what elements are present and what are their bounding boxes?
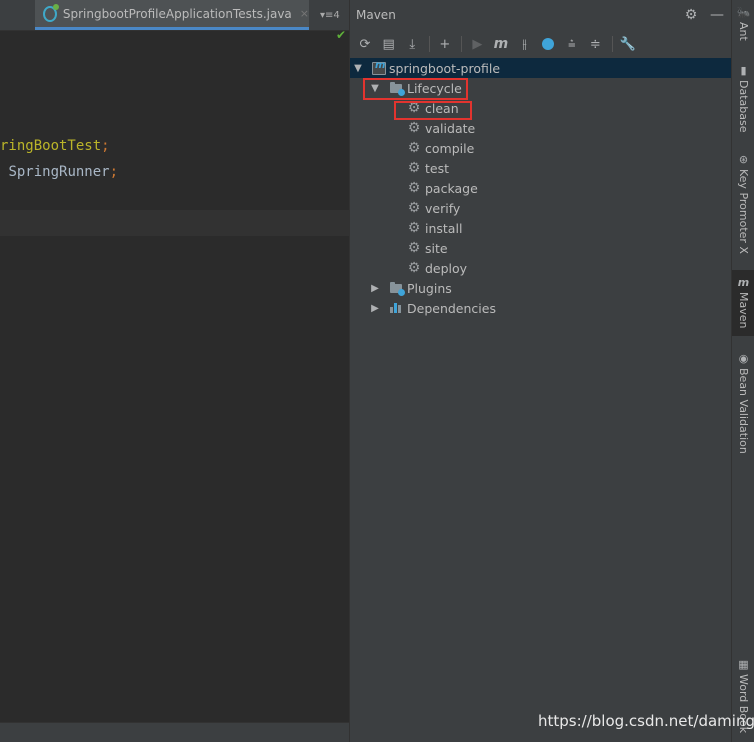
goal-gear-icon: ⚙	[407, 240, 421, 256]
minimize-icon[interactable]: —	[707, 5, 727, 25]
gear-icon[interactable]: ⚙	[681, 5, 701, 25]
goal-gear-icon: ⚙	[407, 180, 421, 196]
plugins-folder-icon	[389, 281, 405, 296]
tool-tab-key-promoter[interactable]: ⊛ Key Promoter X	[732, 153, 754, 254]
goal-gear-icon: ⚙	[407, 200, 421, 216]
code-line[interactable]: ringBootTest;	[0, 136, 110, 156]
tree-node-label: Dependencies	[407, 300, 496, 316]
tree-node-goal[interactable]: ⚙ site	[350, 238, 731, 258]
reload-icon[interactable]: ⟳	[354, 33, 376, 55]
tool-tab-database[interactable]: ▮ Database	[732, 64, 754, 133]
tool-tab-label: Ant	[737, 22, 750, 41]
add-icon[interactable]: +	[434, 33, 456, 55]
editor-tab-label: SpringbootProfileApplicationTests.java	[62, 6, 292, 21]
tree-node-goal[interactable]: ⚙ install	[350, 218, 731, 238]
editor-tab-bar: va SpringbootProfileApplicationTests.jav…	[0, 0, 349, 31]
editor-tab-previous[interactable]: va	[0, 0, 34, 30]
maven-icon: m	[737, 276, 750, 289]
tree-node-plugins[interactable]: ▶ Plugins	[350, 278, 731, 298]
tree-node-label: site	[425, 240, 448, 256]
tree-node-goal[interactable]: ⚙ deploy	[350, 258, 731, 278]
ant-icon: 🐜	[736, 6, 751, 19]
close-tab-icon[interactable]: ×	[300, 7, 309, 20]
code-editor[interactable]: va SpringbootProfileApplicationTests.jav…	[0, 0, 349, 742]
goal-gear-icon: ⚙	[407, 220, 421, 236]
expand-arrow-icon[interactable]: ▼	[352, 63, 364, 74]
editor-tab-active[interactable]: SpringbootProfileApplicationTests.java ×	[35, 0, 309, 30]
tree-node-label: Plugins	[407, 280, 452, 296]
collapse-all-icon[interactable]: ≑	[584, 33, 606, 55]
database-icon: ▮	[740, 64, 747, 77]
right-tool-strip: 🐜 Ant ▮ Database ⊛ Key Promoter X m Mave…	[731, 0, 754, 742]
maven-toolbar: ⟳ ▤ ⤓ + ▶ m ⫲ ⩮ ≑ 🔧	[350, 30, 731, 58]
goal-gear-icon: ⚙	[407, 120, 421, 136]
tool-tab-label: Key Promoter X	[737, 169, 750, 254]
highlight-box-clean	[394, 101, 472, 120]
show-dependencies-icon[interactable]	[537, 33, 559, 55]
key-promoter-icon: ⊛	[738, 153, 749, 166]
tree-node-goal[interactable]: ⚙ test	[350, 158, 731, 178]
tree-node-goal[interactable]: ⚙ validate	[350, 118, 731, 138]
toolbar-separator	[461, 36, 463, 52]
word-book-icon: ▦	[738, 658, 749, 671]
bean-validation-icon: ◉	[738, 352, 749, 365]
diagram-circle	[542, 38, 555, 50]
maven-tool-window: Maven ⚙ — ⟳ ▤ ⤓ + ▶ m ⫲ ⩮ ≑ 🔧 ▼ springbo…	[350, 0, 731, 742]
tree-node-goal[interactable]: ⚙ compile	[350, 138, 731, 158]
tree-node-dependencies[interactable]: ▶ Dependencies	[350, 298, 731, 318]
tool-tab-label: Maven	[737, 292, 750, 329]
tool-tab-maven[interactable]: m Maven	[732, 270, 754, 337]
tree-node-label: deploy	[425, 260, 468, 276]
tree-node-label: validate	[425, 120, 476, 136]
tree-node-label: package	[425, 180, 478, 196]
inspection-ok-icon: ✔	[336, 28, 347, 42]
execute-goal-icon[interactable]: m	[490, 33, 512, 55]
highlight-box-lifecycle	[363, 78, 468, 100]
toggle-offline-icon[interactable]: ⫲	[514, 33, 536, 55]
tree-node-label: test	[425, 160, 450, 176]
tab-overflow-button[interactable]: ▾≡4	[320, 0, 340, 30]
tool-tab-label: Database	[737, 80, 750, 133]
tree-node-label: springboot-profile	[389, 60, 501, 76]
tool-tab-label: Bean Validation	[737, 368, 750, 454]
watermark-text: https://blog.csdn.net/damingl	[538, 712, 754, 730]
tree-node-project[interactable]: ▼ springboot-profile	[350, 58, 731, 78]
tree-node-label: verify	[425, 200, 461, 216]
run-icon[interactable]: ▶	[466, 33, 488, 55]
tool-tab-ant[interactable]: 🐜 Ant	[732, 6, 754, 41]
toolbar-separator	[611, 36, 613, 52]
goal-gear-icon: ⚙	[407, 140, 421, 156]
tree-node-goal[interactable]: ⚙ verify	[350, 198, 731, 218]
expand-all-icon[interactable]: ⩮	[561, 33, 583, 55]
maven-module-icon	[372, 60, 386, 75]
tool-window-title: Maven	[356, 8, 396, 22]
tool-tab-bean-validation[interactable]: ◉ Bean Validation	[732, 352, 754, 454]
tree-node-goal[interactable]: ⚙ package	[350, 178, 731, 198]
goal-gear-icon: ⚙	[407, 160, 421, 176]
current-line-highlight	[0, 210, 349, 236]
wrench-icon[interactable]: 🔧	[617, 33, 639, 55]
generate-sources-icon[interactable]: ▤	[378, 33, 400, 55]
toolbar-separator	[428, 36, 430, 52]
tree-node-label: compile	[425, 140, 475, 156]
code-line[interactable]: SpringRunner;	[0, 162, 118, 182]
tree-node-label: install	[425, 220, 463, 236]
collapse-arrow-icon[interactable]: ▶	[369, 283, 381, 294]
maven-header: Maven ⚙ —	[350, 0, 731, 30]
editor-breadcrumb-bar	[0, 722, 349, 742]
download-icon[interactable]: ⤓	[401, 33, 423, 55]
collapse-arrow-icon[interactable]: ▶	[369, 303, 381, 314]
dependencies-icon	[389, 301, 403, 315]
goal-gear-icon: ⚙	[407, 260, 421, 276]
spring-test-class-icon	[43, 3, 59, 22]
